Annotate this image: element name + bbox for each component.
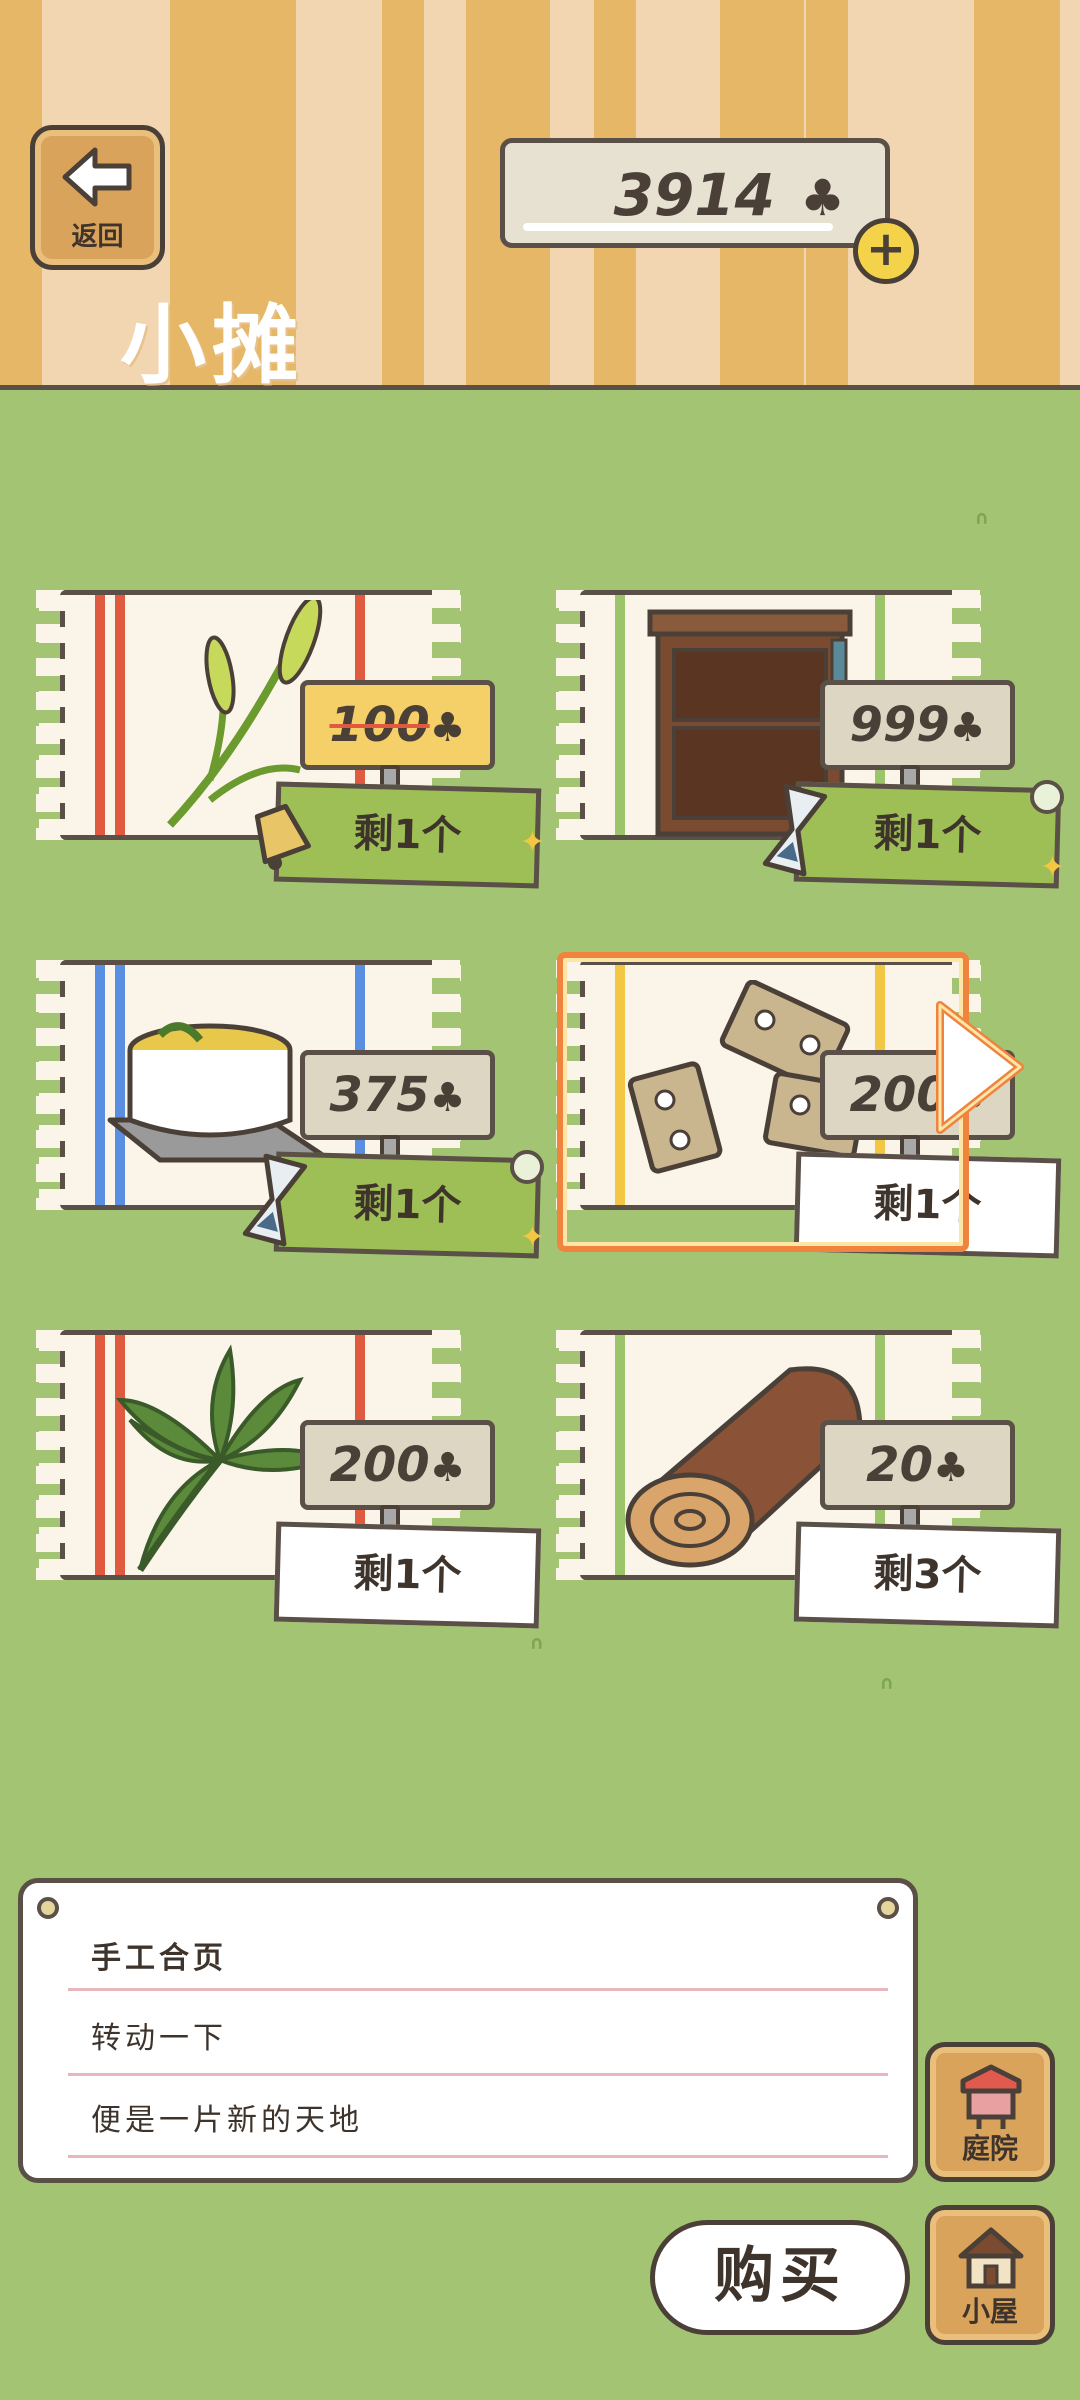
hourglass-icon: [762, 783, 828, 877]
price-tag: 200♣: [300, 1420, 495, 1510]
back-arrow-icon: [62, 147, 132, 207]
yard-button[interactable]: 庭院: [925, 2042, 1055, 2182]
price-value: 999: [849, 697, 950, 753]
rug-stripe: [115, 595, 125, 835]
house-button[interactable]: 小屋: [925, 2205, 1055, 2345]
buy-button[interactable]: 购买: [650, 2220, 910, 2335]
add-clover-button[interactable]: +: [853, 218, 919, 284]
price-tag: 999♣: [820, 680, 1015, 770]
stock-label: 剩1个: [793, 781, 1062, 889]
stock-count: 剩1个: [352, 810, 463, 860]
clover-icon: ♣: [429, 1445, 466, 1491]
shop-item-plant[interactable]: 100♣ 剩1个 ✦: [36, 580, 545, 900]
house-label: 小屋: [961, 2295, 1018, 2328]
clover-count: 3914: [613, 161, 775, 229]
clock-icon: [510, 1150, 544, 1184]
shop-item-hotpot[interactable]: 375♣ 剩1个 ✦: [36, 950, 545, 1270]
currency-highlight: [523, 223, 833, 231]
rug-stripe: [95, 595, 105, 835]
price-value: 200: [329, 1437, 430, 1493]
price-value: 20: [866, 1437, 933, 1493]
selection-pointer-icon: [936, 1001, 1024, 1134]
price-value: 375: [329, 1067, 430, 1123]
back-label: 返回: [71, 222, 124, 252]
shop-item-cabinet[interactable]: 999♣ 剩1个 ✦: [556, 580, 1065, 900]
shop-item-log[interactable]: 20♣ 剩3个: [556, 1320, 1062, 1640]
stock-count: 剩1个: [872, 810, 983, 860]
description-rule: [68, 2073, 888, 2076]
stock-label: 剩3个: [793, 1521, 1062, 1629]
clover-icon: ♣: [800, 169, 845, 227]
price-tag: 20♣: [820, 1420, 1015, 1510]
description-rule: [68, 2155, 888, 2158]
rug-stripe: [615, 595, 625, 835]
selection-highlight: [557, 952, 969, 1252]
grass-decoration: ᐢ: [975, 505, 989, 545]
item-name: 手工合页: [91, 1941, 227, 1976]
bell-icon: [254, 803, 311, 870]
clover-icon: ♣: [429, 705, 466, 751]
clover-balance: 3914 ♣: [500, 138, 890, 248]
stock-count: 剩1个: [352, 1180, 463, 1230]
house-icon: [958, 2227, 1024, 2289]
page-title: 小摊: [120, 296, 304, 396]
stock-label: 剩1个: [273, 1151, 542, 1259]
sparkle-icon: ✦: [520, 1220, 546, 1255]
stock-label: 剩1个: [273, 1521, 542, 1629]
screw-icon: [37, 1897, 59, 1919]
sparkle-icon: ✦: [1040, 850, 1066, 885]
clover-icon: ♣: [429, 1075, 466, 1121]
description-line: 转动一下: [91, 2021, 227, 2056]
description-line: 便是一片新的天地: [91, 2103, 363, 2138]
price-value: 100: [329, 697, 430, 753]
yard-label: 庭院: [961, 2132, 1018, 2165]
item-description-panel: 手工合页 转动一下 便是一片新的天地: [18, 1878, 918, 2183]
screw-icon: [877, 1897, 899, 1919]
yard-icon: [960, 2064, 1022, 2129]
sparkle-icon: ✦: [520, 825, 546, 860]
clock-icon: [1030, 780, 1064, 814]
price-tag: 100♣: [300, 680, 495, 770]
price-tag: 375♣: [300, 1050, 495, 1140]
description-rule: [68, 1988, 888, 1991]
shop-item-palm-leaf[interactable]: 200♣ 剩1个: [36, 1320, 542, 1640]
stock-count: 剩3个: [872, 1550, 983, 1600]
grass-decoration: ᐢ: [880, 1670, 894, 1710]
clover-icon: ♣: [932, 1445, 969, 1491]
clover-icon: ♣: [949, 705, 986, 751]
stock-count: 剩1个: [352, 1550, 463, 1600]
back-button[interactable]: 返回: [30, 125, 165, 270]
hourglass-icon: [242, 1153, 308, 1247]
grass-decoration: ᐢ: [530, 1630, 544, 1670]
